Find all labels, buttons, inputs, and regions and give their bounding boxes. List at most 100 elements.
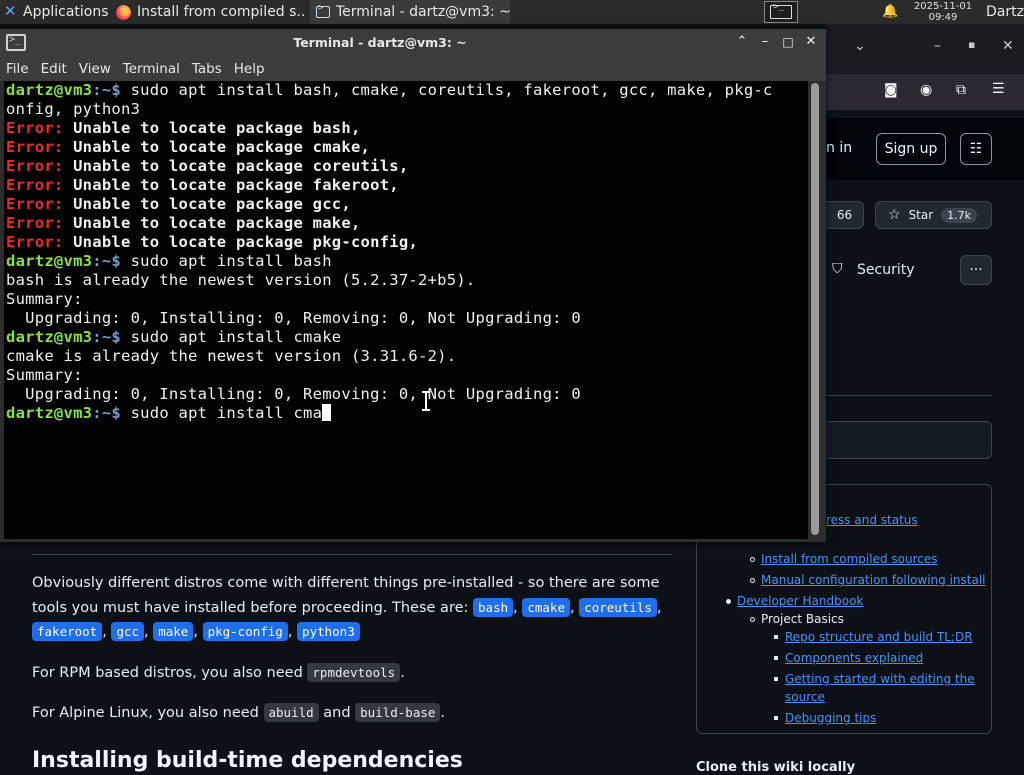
command-text: sudo apt install bash, cmake, coreutils,… — [121, 81, 773, 99]
terminal-line: cmake is already the newest version (3.3… — [6, 347, 456, 366]
firefox-icon — [116, 4, 131, 20]
toc-link[interactable]: Manual configuration following install — [761, 573, 986, 587]
output-text: Upgrading: 0, Installing: 0, Removing: 0… — [6, 309, 581, 327]
pocket-icon[interactable]: ◙ — [884, 82, 898, 98]
text-cursor-icon — [422, 391, 430, 411]
terminal-line: Error: Unable to locate package cmake, — [6, 138, 370, 157]
taskbar-item-terminal[interactable]: Terminal - dartz@vm3: ~ — [310, 0, 510, 24]
menu-help[interactable]: Help — [228, 57, 271, 81]
terminal-line: Error: Unable to locate package bash, — [6, 119, 361, 138]
error-message: Unable to locate package fakeroot, — [63, 176, 399, 194]
more-options-button[interactable]: ··· — [960, 255, 992, 285]
divider — [32, 554, 672, 555]
terminal-menubar: File Edit View Terminal Tabs Help — [0, 57, 826, 81]
close-icon[interactable]: ✕ — [1002, 38, 1014, 54]
menu-icon[interactable]: ☰ — [992, 81, 1005, 97]
wiki-text: and — [318, 705, 356, 721]
clock-time: 09:49 — [928, 12, 958, 23]
clock[interactable]: 2025-11-01 09:49 — [908, 0, 978, 23]
toc-link[interactable]: Install from compiled sources — [761, 552, 938, 566]
wiki-text: For Alpine Linux, you also need — [32, 705, 264, 721]
star-icon: ☆ — [888, 207, 901, 223]
menu-edit[interactable]: Edit — [35, 57, 73, 81]
prompt-path: :~$ — [92, 328, 121, 346]
menu-terminal[interactable]: Terminal — [117, 57, 186, 81]
toc-bullet — [726, 599, 731, 604]
toc-link[interactable]: source — [785, 690, 825, 704]
terminal-titlebar[interactable]: Terminal - dartz@vm3: ~ ⌃ – □ ✕ — [0, 29, 826, 57]
terminal-line: Summary: — [6, 290, 83, 309]
alpine-code: build-base — [355, 703, 441, 722]
minimize-icon[interactable]: – — [756, 33, 774, 51]
terminal-line: Error: Unable to locate package pkg-conf… — [6, 233, 418, 252]
taskbar-item-browser[interactable]: Install from compiled s... — [110, 0, 306, 24]
watch-count[interactable]: 66 — [826, 201, 864, 229]
separator: , — [102, 624, 107, 640]
filter-menu-icon[interactable]: ☷ — [960, 133, 992, 165]
github-header: n in Sign up ☷ — [826, 118, 1024, 180]
terminal-line: Error: Unable to locate package gcc, — [6, 195, 351, 214]
command-text: sudo apt install cmake — [121, 328, 342, 346]
toc-link[interactable]: Getting started with editing the — [785, 672, 975, 686]
xfce-logo-icon — [4, 2, 20, 20]
package-code: gcc — [111, 622, 145, 641]
terminal-launcher-button[interactable] — [764, 1, 798, 23]
toc-bullet — [750, 578, 755, 583]
error-message: Unable to locate package cmake, — [63, 138, 371, 156]
sidebar-search-box[interactable] — [826, 421, 992, 459]
toc-bullet — [750, 557, 755, 562]
terminal-window[interactable]: Terminal - dartz@vm3: ~ ⌃ – □ ✕ File Edi… — [0, 29, 826, 542]
extensions-icon[interactable]: ⧉ — [956, 82, 966, 98]
toc-link-progress[interactable]: ress and status — [826, 513, 918, 527]
error-label: Error: — [6, 176, 64, 194]
wiki-text: tools you must have installed before pro… — [32, 600, 474, 616]
menu-file[interactable]: File — [0, 57, 35, 81]
terminal-icon — [316, 3, 330, 18]
browser-tabbar: ⌄ – ▪ ✕ — [826, 24, 1024, 74]
error-message: Unable to locate package coreutils, — [63, 157, 409, 175]
maximize-icon[interactable]: □ — [779, 33, 797, 51]
separator: , — [569, 600, 575, 616]
alpine-code: abuild — [263, 703, 319, 722]
toc-link[interactable]: Repo structure and build TL;DR — [785, 630, 973, 644]
package-code: make — [153, 622, 194, 641]
package-code: fakeroot — [32, 622, 103, 641]
wiki-paragraph-rpm: For RPM based distros, you also need rpm… — [32, 661, 405, 685]
scrollbar-thumb[interactable] — [811, 83, 819, 535]
tab-list-chevron-icon[interactable]: ⌄ — [854, 38, 866, 54]
toc-bullet — [774, 656, 778, 660]
toc-link[interactable]: Components explained — [785, 651, 923, 665]
terminal-output[interactable]: dartz@vm3:~$ sudo apt install bash, cmak… — [4, 81, 808, 539]
applications-menu[interactable]: Applications — [0, 0, 110, 24]
separator: , — [287, 624, 293, 640]
tab-security[interactable]: Security — [857, 262, 915, 278]
terminal-line: Upgrading: 0, Installing: 0, Removing: 0… — [6, 309, 581, 328]
maximize-icon[interactable]: ▪ — [968, 38, 975, 51]
menu-view[interactable]: View — [73, 57, 117, 81]
account-icon[interactable]: ◉ — [920, 82, 932, 98]
toc-link[interactable]: Developer Handbook — [737, 594, 863, 608]
menu-tabs[interactable]: Tabs — [186, 57, 228, 81]
toc-bullet — [774, 716, 778, 720]
notification-bell-icon[interactable]: 🔔 — [882, 4, 898, 20]
prompt-path: :~$ — [92, 81, 121, 99]
error-message: Unable to locate package bash, — [63, 119, 361, 137]
terminal-scrollbar[interactable] — [808, 81, 822, 539]
minimize-icon[interactable]: – — [934, 38, 941, 54]
top-panel: Applications Install from compiled s... … — [0, 0, 1024, 24]
wiki-paragraph-alpine: For Alpine Linux, you also need abuild a… — [32, 701, 445, 725]
user-menu[interactable]: Dartz — [986, 0, 1024, 24]
chevron-up-icon[interactable]: ⌃ — [733, 33, 751, 51]
wiki-text: For RPM based distros, you also need — [32, 665, 308, 681]
period: . — [440, 705, 446, 721]
sign-in-link[interactable]: n in — [826, 140, 852, 156]
terminal-line: dartz@vm3:~$ sudo apt install cmake — [6, 328, 341, 347]
close-icon[interactable]: ✕ — [802, 33, 820, 51]
terminal-line: Error: Unable to locate package coreutil… — [6, 157, 408, 176]
package-code: python3 — [297, 622, 360, 641]
toc-link[interactable]: Debugging tips — [785, 711, 876, 725]
toc-text: Project Basics — [761, 612, 844, 626]
terminal-icon — [770, 2, 792, 19]
sign-up-button[interactable]: Sign up — [876, 133, 946, 165]
star-button[interactable]: ☆ Star 1.7k — [875, 201, 992, 229]
